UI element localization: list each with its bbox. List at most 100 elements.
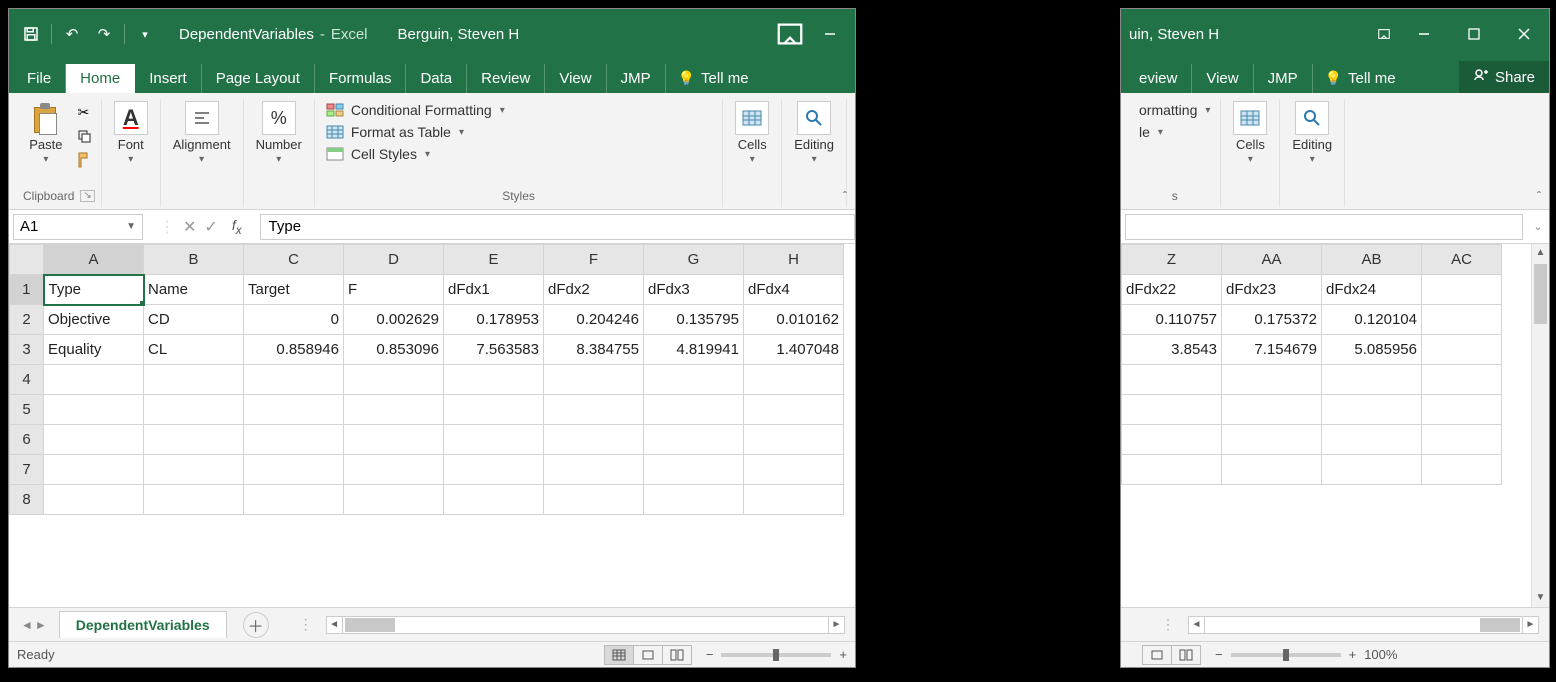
zoom-level[interactable]: 100% <box>1356 647 1397 662</box>
cell[interactable]: 0.110757 <box>1122 305 1222 335</box>
cell[interactable] <box>444 425 544 455</box>
font-button[interactable]: A Font ▾ <box>108 99 154 167</box>
cell[interactable] <box>244 395 344 425</box>
cell[interactable] <box>1322 425 1422 455</box>
cell[interactable] <box>744 425 844 455</box>
maximize-button[interactable] <box>1449 9 1499 59</box>
cell[interactable] <box>44 425 144 455</box>
cell[interactable] <box>1322 455 1422 485</box>
scroll-left-icon[interactable]: ◄ <box>1189 617 1205 633</box>
cell[interactable] <box>144 455 244 485</box>
alignment-button[interactable]: Alignment ▾ <box>167 99 237 167</box>
cell[interactable] <box>444 365 544 395</box>
sheet-tab-active[interactable]: DependentVariables <box>59 611 227 638</box>
cell[interactable] <box>744 395 844 425</box>
cell[interactable] <box>244 365 344 395</box>
cell[interactable] <box>144 485 244 515</box>
cell[interactable] <box>444 485 544 515</box>
cell[interactable] <box>644 455 744 485</box>
cell[interactable] <box>644 365 744 395</box>
cell[interactable]: 5.085956 <box>1322 335 1422 365</box>
cell[interactable] <box>744 455 844 485</box>
cell[interactable] <box>644 485 744 515</box>
cell[interactable] <box>1122 365 1222 395</box>
cell[interactable] <box>644 425 744 455</box>
worksheet-grid[interactable]: ZAAABACdFdx22dFdx23dFdx240.1107570.17537… <box>1121 244 1549 607</box>
column-header[interactable]: F <box>544 245 644 275</box>
paste-button[interactable]: Paste ▾ <box>23 99 68 167</box>
tab-view[interactable]: View <box>545 64 606 93</box>
cell[interactable] <box>1422 395 1502 425</box>
cell[interactable]: 4.819941 <box>644 335 744 365</box>
tab-jmp[interactable]: JMP <box>607 64 666 93</box>
cell[interactable]: Type <box>44 275 144 305</box>
collapse-ribbon-icon[interactable]: ˆ <box>1537 189 1541 203</box>
cell[interactable] <box>1122 425 1222 455</box>
cell[interactable] <box>44 485 144 515</box>
minimize-button[interactable] <box>1399 9 1449 59</box>
cell[interactable] <box>1222 425 1322 455</box>
cell[interactable]: CL <box>144 335 244 365</box>
cell[interactable]: 0.178953 <box>444 305 544 335</box>
cell[interactable] <box>544 395 644 425</box>
page-layout-view-icon[interactable] <box>633 645 663 665</box>
tell-me-search[interactable]: 💡 Tell me <box>1313 64 1408 93</box>
cell[interactable] <box>1322 365 1422 395</box>
row-header[interactable]: 3 <box>10 335 44 365</box>
cell[interactable]: 0.010162 <box>744 305 844 335</box>
zoom-slider[interactable]: − + <box>706 647 847 662</box>
cell[interactable]: 0.858946 <box>244 335 344 365</box>
ribbon-display-options-icon[interactable] <box>775 9 805 59</box>
cell-styles-button[interactable]: Cell Styles▾ <box>321 145 716 163</box>
cell[interactable]: dFdx3 <box>644 275 744 305</box>
cell[interactable] <box>1422 305 1502 335</box>
enter-formula-icon[interactable]: ✓ <box>204 217 217 237</box>
format-painter-icon[interactable] <box>73 149 95 171</box>
horizontal-scrollbar[interactable]: ◄ ► <box>1188 616 1539 634</box>
cell[interactable]: 3.8543 <box>1122 335 1222 365</box>
scroll-left-icon[interactable]: ◄ <box>327 617 343 633</box>
expand-formula-bar-icon[interactable]: ⌄ <box>1527 220 1549 233</box>
copy-icon[interactable] <box>73 125 95 147</box>
sheet-resize-handle[interactable]: ⋮ <box>299 616 316 633</box>
tell-me-search[interactable]: 💡 Tell me <box>666 64 761 93</box>
cell[interactable] <box>1322 395 1422 425</box>
tab-data[interactable]: Data <box>406 64 467 93</box>
tab-review[interactable]: Review <box>467 64 545 93</box>
editing-button[interactable]: Editing ▾ <box>788 99 840 167</box>
tab-home[interactable]: Home <box>66 64 135 93</box>
cell[interactable] <box>1422 335 1502 365</box>
save-icon[interactable] <box>17 20 45 48</box>
column-header[interactable]: D <box>344 245 444 275</box>
cell[interactable]: 0.204246 <box>544 305 644 335</box>
cell[interactable]: 0.853096 <box>344 335 444 365</box>
cell[interactable]: 0.175372 <box>1222 305 1322 335</box>
share-button[interactable]: Share <box>1459 61 1549 93</box>
zoom-out-icon[interactable]: − <box>1215 647 1223 662</box>
column-header[interactable]: AC <box>1422 245 1502 275</box>
new-sheet-button[interactable]: ＋ <box>243 612 269 638</box>
cell[interactable] <box>44 455 144 485</box>
cell[interactable] <box>1422 365 1502 395</box>
ribbon-display-options-icon[interactable] <box>1369 9 1399 59</box>
formula-input[interactable] <box>1125 214 1523 240</box>
normal-view-icon[interactable] <box>604 645 634 665</box>
cell[interactable]: F <box>344 275 444 305</box>
cell[interactable] <box>244 425 344 455</box>
tab-formulas[interactable]: Formulas <box>315 64 407 93</box>
cell[interactable]: Equality <box>44 335 144 365</box>
column-header[interactable]: G <box>644 245 744 275</box>
cell[interactable] <box>1222 395 1322 425</box>
cell[interactable] <box>1222 455 1322 485</box>
cell[interactable] <box>1422 455 1502 485</box>
cell[interactable] <box>344 455 444 485</box>
cell[interactable] <box>444 455 544 485</box>
editing-button[interactable]: Editing▾ <box>1286 99 1338 167</box>
page-layout-view-icon[interactable] <box>1142 645 1172 665</box>
column-header[interactable]: Z <box>1122 245 1222 275</box>
cell[interactable] <box>344 485 444 515</box>
zoom-in-icon[interactable]: + <box>839 647 847 662</box>
row-header[interactable]: 4 <box>10 365 44 395</box>
cell[interactable] <box>44 395 144 425</box>
cell[interactable]: 8.384755 <box>544 335 644 365</box>
